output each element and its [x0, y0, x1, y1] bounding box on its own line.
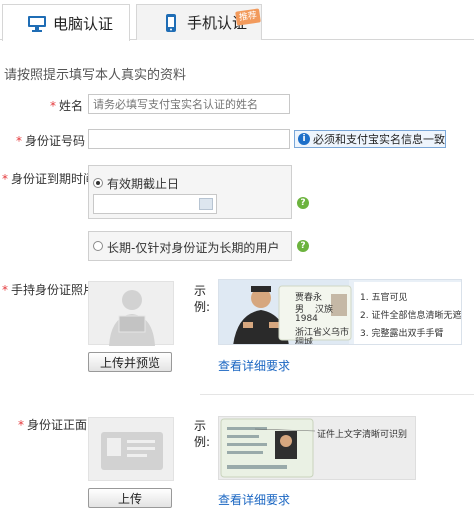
tab-pc-auth-label: 电脑认证 — [53, 14, 114, 33]
handheld-label: * 手持身份证照片 — [2, 281, 95, 298]
expiry-date-option-label: 有效期截止日 — [107, 177, 180, 191]
intro-text: 请按照提示填写本人真实的资料 — [4, 68, 187, 83]
handheld-requirements-link[interactable]: 查看详细要求 — [218, 357, 290, 374]
id-label-text: 身份证号码 — [25, 134, 86, 148]
sample-notes-panel: 1. 五官可见 2. 证件全部信息清晰无遮挡 3. 完整露出双手手臂 — [354, 282, 462, 344]
info-icon: i — [298, 133, 310, 145]
expiry-long-radio[interactable] — [93, 241, 103, 251]
front-label-text: 身份证正面 — [27, 418, 88, 432]
name-label: * 姓名 — [50, 97, 83, 114]
id-label: * 身份证号码 — [16, 132, 85, 149]
expiry-date-input[interactable] — [93, 194, 217, 214]
front-photo-placeholder — [88, 417, 174, 481]
required-mark: * — [16, 134, 22, 148]
expiry-long-box: 长期-仅针对身份证为长期的用户 — [88, 231, 292, 261]
sample-note-3: 3. 完整露出双手手臂 — [360, 329, 444, 339]
example-label: 示例: — [194, 419, 211, 449]
id-number-input[interactable] — [88, 129, 290, 149]
expiry-long-option-label: 长期-仅针对身份证为长期的用户 — [107, 241, 280, 255]
tab-bar: 电脑认证 手机认证 推荐 — [0, 0, 474, 41]
sample-note-1: 1. 五官可见 — [360, 293, 408, 303]
front-label: * 身份证正面 — [18, 416, 87, 433]
required-mark: * — [50, 99, 56, 113]
upload-button[interactable]: 上传 — [88, 488, 172, 508]
sample-note-2: 2. 证件全部信息清晰无遮挡 — [360, 311, 462, 321]
phone-icon — [161, 13, 181, 33]
handheld-photo-placeholder — [88, 281, 174, 346]
expiry-label: * 身份证到期时间 — [2, 170, 95, 187]
front-requirements-link[interactable]: 查看详细要求 — [218, 491, 290, 508]
handheld-sample-image: 贾春永 男 汉族 1984 浙江省义乌市 稠城 1. 五官可见 2. 证件全部信… — [218, 279, 462, 345]
person-placeholder-icon — [109, 290, 155, 346]
sample-card-year: 1984 — [295, 314, 318, 324]
expiry-date-radio[interactable] — [93, 178, 103, 188]
required-mark: * — [2, 283, 8, 297]
id-tip: i 必须和支付宝实名信息一致 — [294, 130, 446, 148]
calendar-icon[interactable] — [199, 198, 213, 210]
handheld-label-text: 手持身份证照片 — [11, 283, 96, 297]
monitor-icon — [27, 13, 47, 33]
help-icon[interactable]: ? — [297, 197, 309, 209]
help-icon[interactable]: ? — [297, 240, 309, 252]
front-sample-image: 证件上文字清晰可识别 — [218, 416, 416, 480]
sample-card-address2: 稠城 — [295, 338, 314, 345]
name-input[interactable] — [88, 94, 290, 114]
example-label: 示例: — [194, 284, 211, 314]
expiry-date-box: 有效期截止日 — [88, 165, 292, 219]
required-mark: * — [18, 418, 24, 432]
expiry-label-text: 身份证到期时间 — [11, 172, 96, 186]
tab-pc-auth[interactable]: 电脑认证 — [2, 4, 130, 41]
section-divider — [200, 394, 474, 395]
required-mark: * — [2, 172, 8, 186]
front-sample-note: 证件上文字清晰可识别 — [317, 430, 408, 440]
id-tip-text: 必须和支付宝实名信息一致 — [313, 133, 445, 146]
name-label-text: 姓名 — [59, 99, 84, 113]
id-card-placeholder-icon — [101, 432, 163, 470]
upload-preview-button[interactable]: 上传并预览 — [88, 352, 172, 372]
